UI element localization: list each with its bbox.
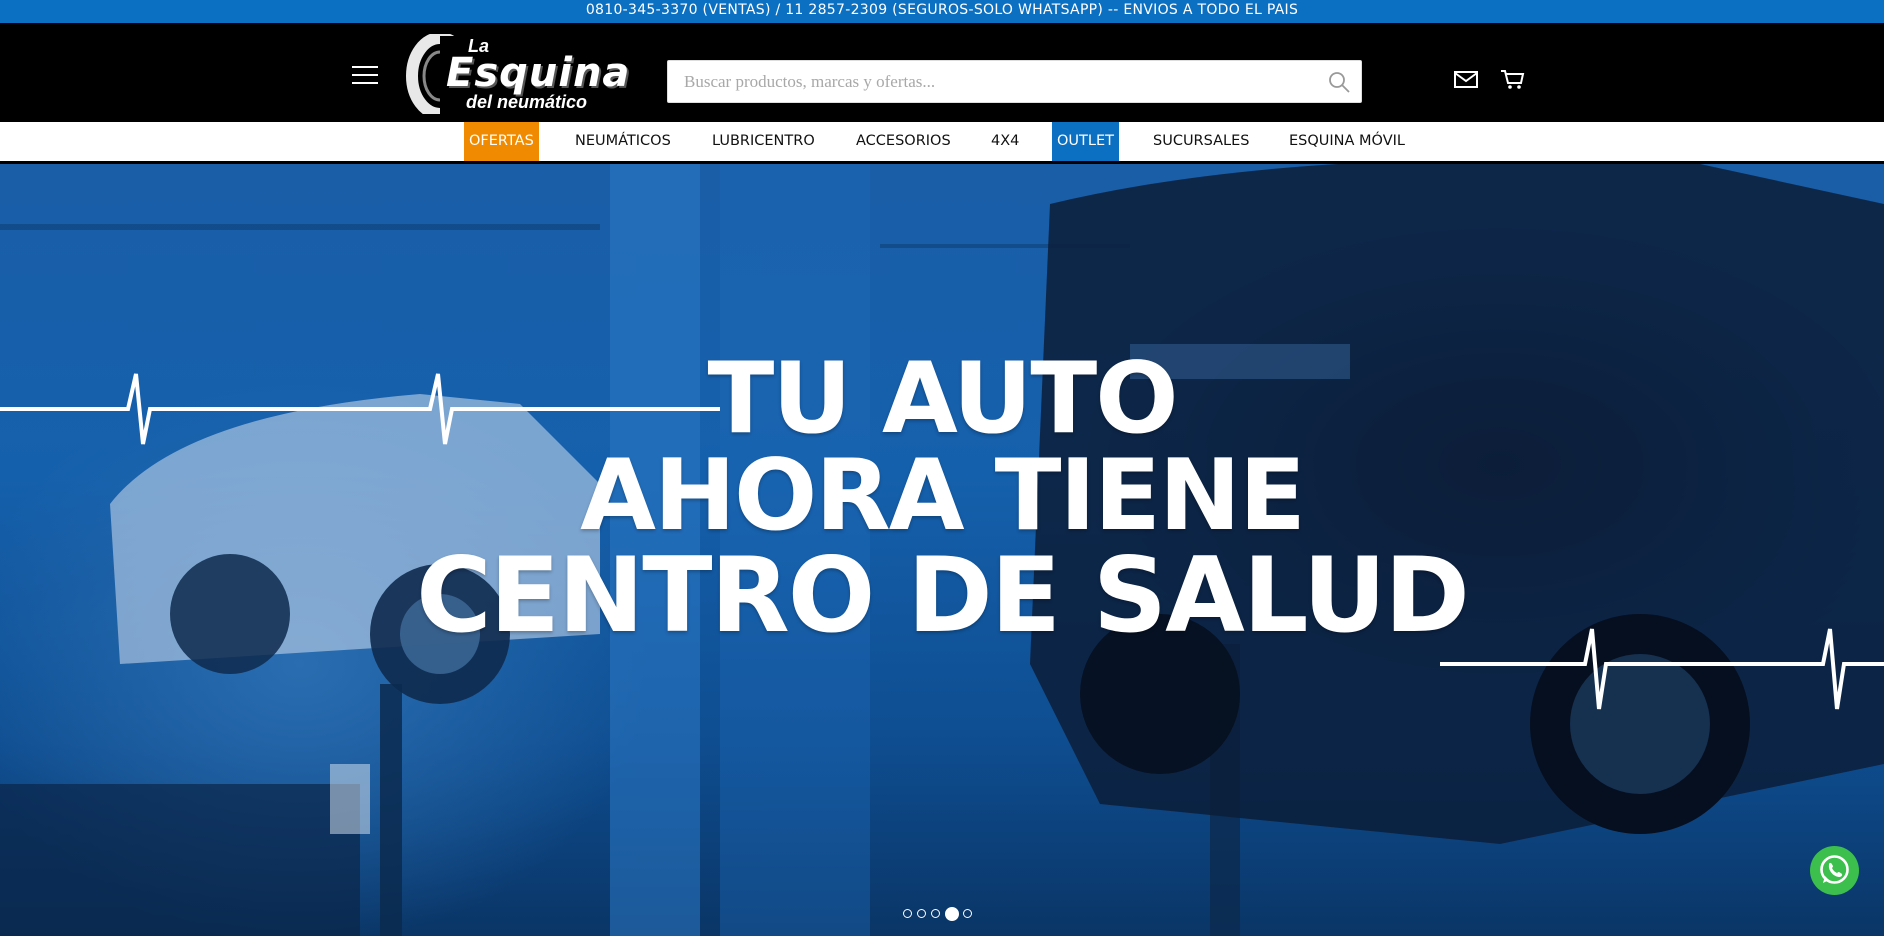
- header: La Esquina del neumático: [0, 23, 1884, 122]
- main-nav: OFERTAS NEUMÁTICOS LUBRICENTRO ACCESORIO…: [0, 122, 1884, 164]
- nav-item-lubricentro[interactable]: LUBRICENTRO: [712, 122, 815, 161]
- whatsapp-button[interactable]: [1810, 846, 1859, 895]
- slider-dot-1[interactable]: [903, 909, 912, 918]
- hero-slider[interactable]: TU AUTO AHORA TIENE CENTRO DE SALUD: [0, 164, 1884, 936]
- search-input[interactable]: [668, 61, 1308, 102]
- nav-item-4x4[interactable]: 4X4: [991, 122, 1019, 161]
- slider-dot-3[interactable]: [931, 909, 940, 918]
- slider-dot-4[interactable]: [945, 907, 959, 921]
- nav-item-accesorios[interactable]: ACCESORIOS: [856, 122, 951, 161]
- top-announcement-bar: 0810-345-3370 (VENTAS) / 11 2857-2309 (S…: [0, 0, 1884, 23]
- search-icon[interactable]: [1327, 70, 1351, 94]
- nav-item-outlet[interactable]: OUTLET: [1052, 122, 1119, 161]
- nav-item-neumaticos[interactable]: NEUMÁTICOS: [575, 122, 671, 161]
- search-bar: [667, 60, 1362, 103]
- slider-dot-2[interactable]: [917, 909, 926, 918]
- nav-item-esquina-movil[interactable]: ESQUINA MÓVIL: [1289, 122, 1405, 161]
- logo[interactable]: La Esquina del neumático: [406, 34, 629, 114]
- logo-del-neumatico: del neumático: [466, 92, 588, 112]
- mail-icon[interactable]: [1453, 68, 1479, 90]
- whatsapp-icon: [1820, 855, 1849, 884]
- announcement-text: 0810-345-3370 (VENTAS) / 11 2857-2309 (S…: [585, 2, 1299, 18]
- hero-headline-line3: CENTRO DE SALUD: [416, 536, 1470, 656]
- slider-dot-5[interactable]: [963, 909, 972, 918]
- menu-icon[interactable]: [352, 66, 378, 86]
- nav-item-ofertas[interactable]: OFERTAS: [464, 122, 539, 161]
- nav-item-sucursales[interactable]: SUCURSALES: [1153, 122, 1249, 161]
- logo-esquina: Esquina: [446, 50, 631, 96]
- cart-icon[interactable]: [1500, 68, 1526, 90]
